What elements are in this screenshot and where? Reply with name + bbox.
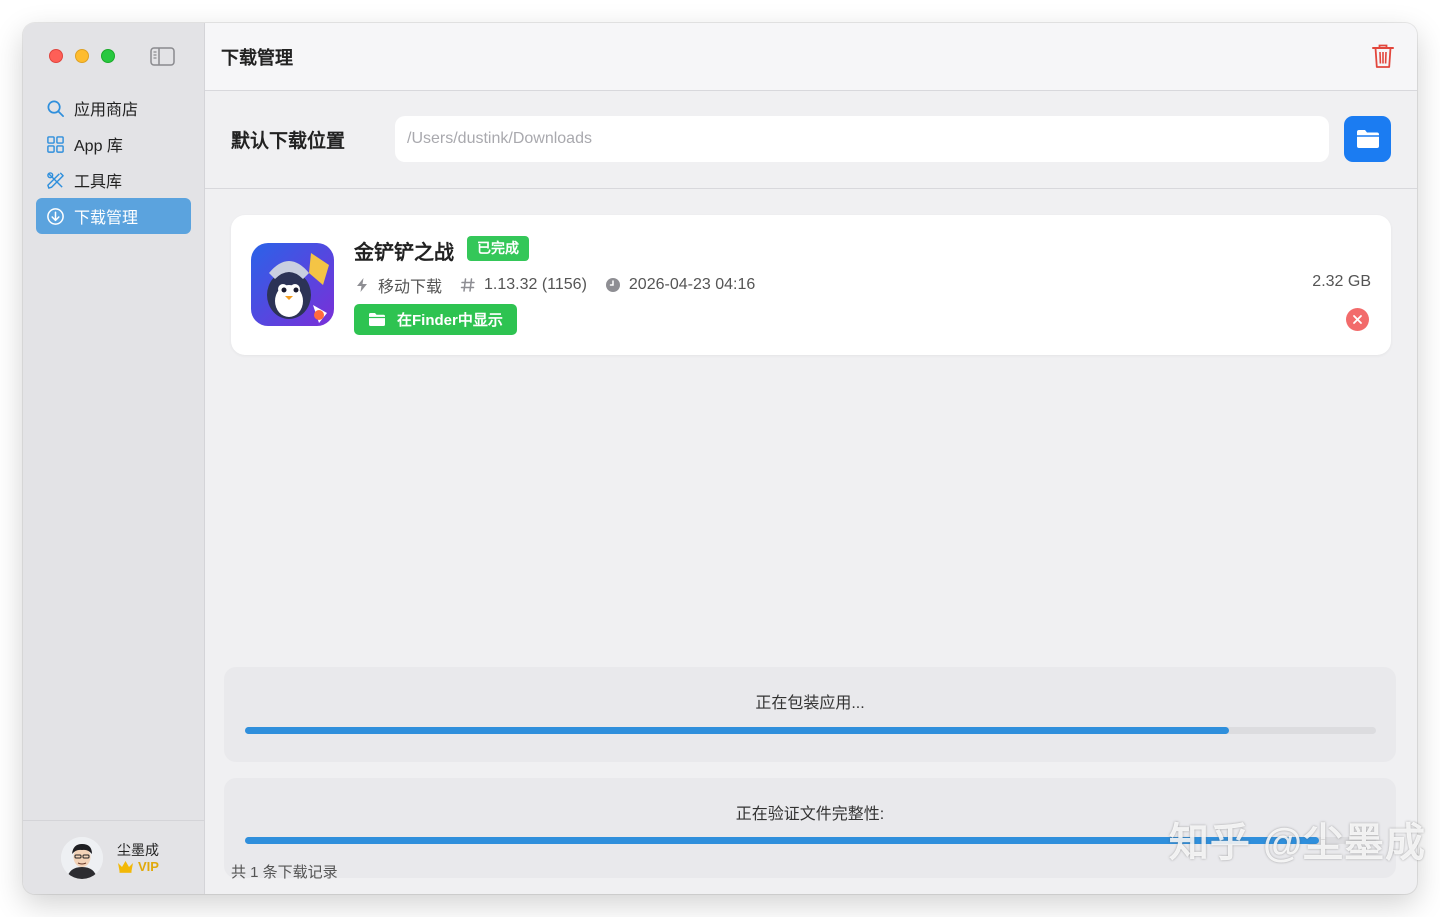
- show-in-finder-button[interactable]: 在Finder中显示: [354, 304, 517, 335]
- page-title: 下载管理: [221, 47, 293, 68]
- trash-icon[interactable]: [1371, 43, 1395, 69]
- vip-badge: VIP: [117, 859, 159, 874]
- sidebar-item-label: 下载管理: [74, 210, 139, 227]
- user-info: 尘墨成 VIP: [117, 841, 159, 874]
- file-size: 2.32 GB: [1312, 273, 1371, 290]
- bolt-icon: [357, 278, 367, 292]
- progress-fill: [245, 727, 1229, 734]
- progress-track: [245, 727, 1376, 734]
- sidebar-item-app-library[interactable]: App 库: [36, 126, 191, 162]
- folder-icon: [369, 313, 385, 326]
- sidebar-item-downloads[interactable]: 下载管理: [36, 198, 191, 234]
- download-count-summary: 共 1 条下载记录: [231, 864, 338, 881]
- hash-icon: [460, 278, 475, 292]
- sidebar: 应用商店 App 库 工具库 下载管理 尘墨成 VIP: [23, 23, 205, 894]
- user-name: 尘墨成: [117, 842, 159, 858]
- progress-label: 正在包装应用...: [755, 695, 865, 712]
- app-window: 应用商店 App 库 工具库 下载管理 尘墨成 VIP 下载管理 默认下载位置 …: [23, 23, 1417, 894]
- status-badge: 已完成: [467, 236, 529, 261]
- window-controls: [49, 49, 115, 63]
- download-location-label: 默认下载位置: [231, 131, 346, 152]
- download-location-input[interactable]: [395, 116, 1329, 162]
- app-name: 金铲铲之战: [354, 242, 454, 264]
- progress-panel-packaging: 正在包装应用...: [224, 667, 1396, 762]
- download-version: 1.13.32 (1156): [460, 276, 587, 294]
- progress-fill: [245, 837, 1320, 844]
- sidebar-item-label: App 库: [74, 138, 123, 155]
- folder-icon: [1356, 130, 1379, 148]
- sidebar-item-label: 应用商店: [74, 102, 139, 119]
- grid-icon: [47, 135, 64, 153]
- download-source: 移动下载: [354, 273, 442, 297]
- download-location-row: 默认下载位置: [205, 91, 1417, 189]
- choose-folder-button[interactable]: [1344, 116, 1391, 162]
- search-icon: [47, 100, 64, 117]
- close-icon: [1353, 315, 1362, 324]
- remove-download-button[interactable]: [1346, 308, 1369, 331]
- download-meta: 移动下载 1.13.32 (1156) 2026-04-23 04:16: [354, 273, 773, 297]
- sidebar-nav: 应用商店 App 库 工具库 下载管理: [36, 90, 191, 234]
- clock-icon: [605, 278, 620, 292]
- title-bar: 下载管理: [205, 23, 1417, 91]
- sidebar-item-label: 工具库: [74, 174, 123, 191]
- minimize-window-button[interactable]: [75, 49, 89, 63]
- sidebar-toggle-icon[interactable]: [150, 47, 175, 66]
- download-icon: [47, 207, 64, 225]
- app-icon: [251, 243, 334, 326]
- close-window-button[interactable]: [49, 49, 63, 63]
- crown-icon: [118, 861, 133, 873]
- avatar[interactable]: [61, 836, 103, 879]
- user-profile[interactable]: 尘墨成 VIP: [23, 820, 205, 894]
- sidebar-item-app-store[interactable]: 应用商店: [36, 90, 191, 126]
- main-content: 下载管理 默认下载位置 /Users/dustink/Downloads 金铲铲…: [205, 23, 1417, 894]
- zoom-window-button[interactable]: [101, 49, 115, 63]
- tools-icon: [47, 171, 64, 189]
- download-card: 金铲铲之战 已完成 移动下载 1.13.32 (1156) 2026-04-23…: [231, 215, 1391, 355]
- watermark: 知乎 @尘墨成: [1168, 821, 1426, 865]
- sidebar-item-tools[interactable]: 工具库: [36, 162, 191, 198]
- download-datetime: 2026-04-23 04:16: [605, 276, 755, 294]
